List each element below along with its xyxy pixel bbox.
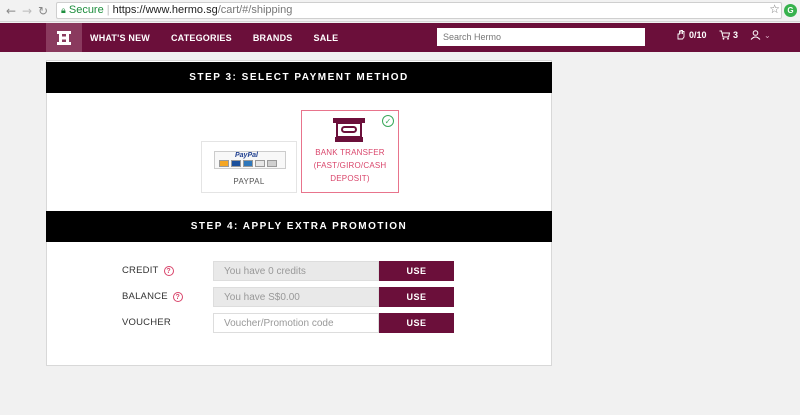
- voucher-label-wrap: VOUCHER: [122, 317, 171, 328]
- help-icon[interactable]: ?: [163, 265, 174, 276]
- paypal-logo: PayPal: [214, 151, 286, 169]
- lock-icon: 🔒︎: [61, 5, 66, 15]
- search-input[interactable]: [437, 28, 645, 46]
- wishlist-count: 0/10: [689, 30, 707, 40]
- wishlist-button[interactable]: 0/10: [676, 30, 707, 40]
- hand-icon: [677, 30, 685, 40]
- url-path: /cart/#/shipping: [217, 4, 293, 16]
- menu-categories[interactable]: CATEGORIES: [171, 33, 232, 43]
- main-menu: WHAT'S NEW CATEGORIES BRANDS SALE: [90, 23, 359, 52]
- secure-label: Secure: [68, 4, 104, 16]
- cart-button[interactable]: 3: [719, 30, 738, 40]
- payment-option-bank-transfer[interactable]: ✓ BANK TRANSFER (FAST/GIRO/CASH DEPOSIT): [301, 110, 399, 193]
- balance-input: [213, 287, 379, 307]
- use-balance-button[interactable]: USE: [379, 287, 454, 307]
- address-bar[interactable]: 🔒︎ Secure | https://www.hermo.sg/cart/#/sh…: [56, 2, 782, 19]
- url-host: https://www.hermo.sg: [112, 4, 218, 16]
- voucher-label: VOUCHER: [122, 317, 171, 328]
- balance-label: BALANCE: [122, 291, 168, 302]
- balance-label-wrap: BALANCE ?: [122, 291, 183, 302]
- chevron-down-icon: ⌄: [764, 30, 771, 40]
- use-voucher-button[interactable]: USE: [379, 313, 454, 333]
- site-header: WHAT'S NEW CATEGORIES BRANDS SALE 0/10 3…: [0, 23, 800, 52]
- voucher-input[interactable]: [213, 313, 379, 333]
- user-icon: [750, 30, 761, 40]
- browser-toolbar: ← → ↻ 🔒︎ Secure | https://www.hermo.sg/car…: [0, 0, 800, 22]
- selected-check-icon: ✓: [382, 115, 394, 127]
- credit-label: CREDIT: [122, 265, 159, 276]
- bookmark-star-icon[interactable]: ☆: [769, 2, 780, 16]
- bank-card-icon: [267, 160, 277, 167]
- step3-title: STEP 3: SELECT PAYMENT METHOD: [46, 62, 552, 93]
- extension-icon[interactable]: G: [784, 4, 797, 17]
- credit-input: [213, 261, 379, 281]
- hermo-logo[interactable]: [46, 23, 82, 52]
- cart-count: 3: [733, 30, 739, 40]
- bank-transfer-label: BANK TRANSFER (FAST/GIRO/CASH DEPOSIT): [313, 148, 387, 183]
- checkout-card: STEP 3: SELECT PAYMENT METHOD PayPal PAY…: [46, 60, 552, 366]
- visa-icon: [231, 160, 241, 167]
- amex-icon: [243, 160, 253, 167]
- payment-option-paypal[interactable]: PayPal PAYPAL: [201, 141, 297, 193]
- hermo-logo-icon: [57, 30, 71, 45]
- account-button[interactable]: ⌄: [750, 30, 771, 40]
- step4-title: STEP 4: APPLY EXTRA PROMOTION: [46, 211, 552, 242]
- credit-label-wrap: CREDIT ?: [122, 265, 174, 276]
- back-icon[interactable]: ←: [6, 3, 16, 19]
- discover-icon: [255, 160, 265, 167]
- mastercard-icon: [219, 160, 229, 167]
- url-separator: |: [106, 4, 110, 16]
- cart-icon: [719, 30, 730, 40]
- menu-whats-new[interactable]: WHAT'S NEW: [90, 33, 150, 43]
- reload-icon[interactable]: ↻: [38, 3, 48, 19]
- paypal-label: PAYPAL: [233, 177, 265, 186]
- paypal-logo-text: PayPal: [235, 152, 258, 159]
- help-icon[interactable]: ?: [172, 291, 183, 302]
- forward-icon[interactable]: →: [22, 3, 32, 19]
- use-credit-button[interactable]: USE: [379, 261, 454, 281]
- atm-icon: [333, 118, 365, 142]
- menu-sale[interactable]: SALE: [314, 33, 339, 43]
- menu-brands[interactable]: BRANDS: [253, 33, 293, 43]
